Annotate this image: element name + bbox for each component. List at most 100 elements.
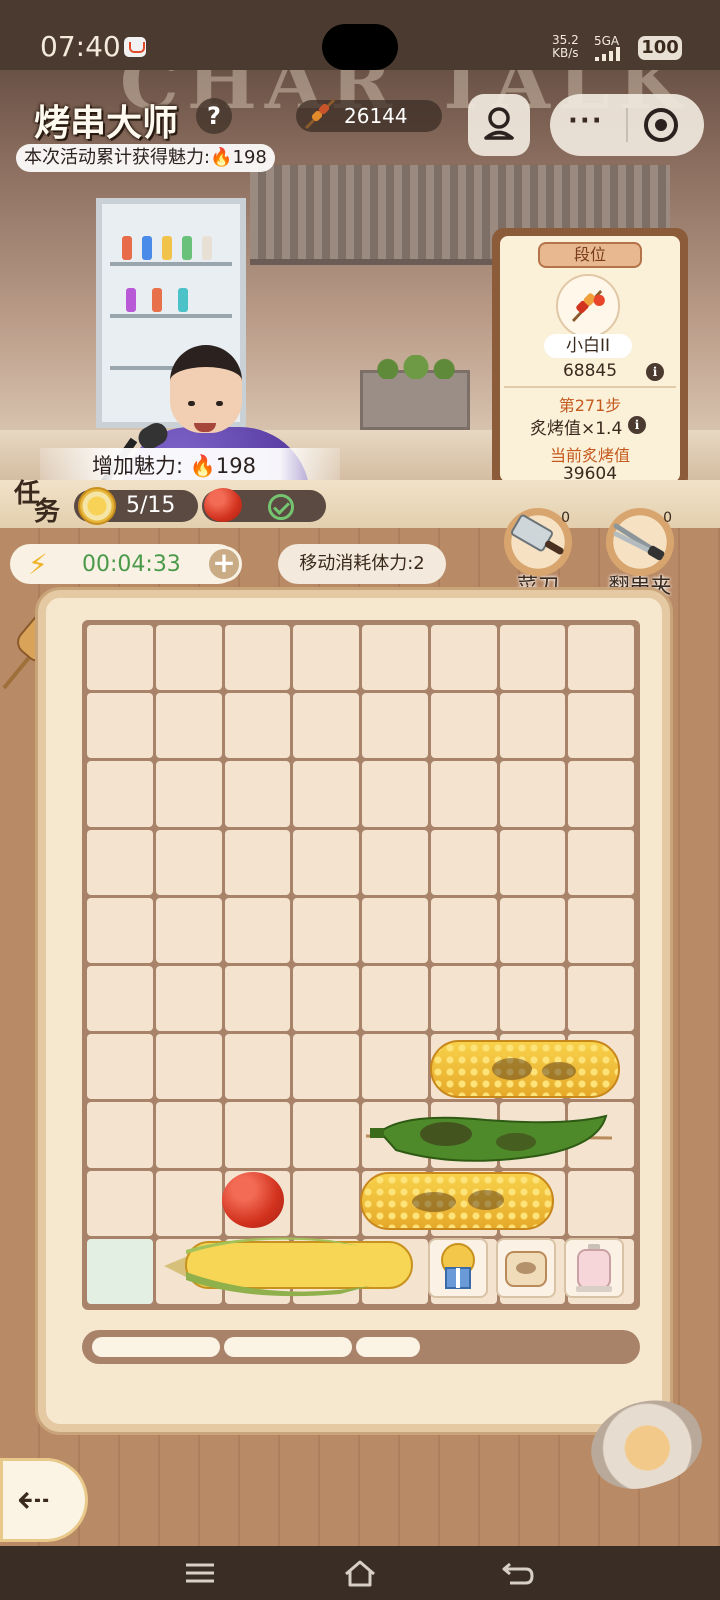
grid-cell[interactable] [568,625,634,691]
help-button[interactable]: ? [196,98,232,134]
grid-cell[interactable] [293,829,359,895]
grilled-green-pepper-piece[interactable] [366,1106,612,1166]
skewer-count: 26144 [344,104,408,128]
more-button[interactable]: ··· [568,106,604,136]
grid-cell[interactable] [87,1034,153,1100]
battery-indicator: 100 [638,36,682,60]
grid-cell[interactable] [87,1170,153,1236]
grid-cell[interactable] [224,897,291,963]
toasted-bun-piece[interactable] [496,1238,556,1298]
grid-cell[interactable] [155,761,222,827]
grid-cell[interactable] [362,897,428,963]
grilled-corn-piece[interactable] [360,1172,554,1230]
grid-cell[interactable] [224,966,291,1032]
grid-cell[interactable] [293,761,359,827]
grid-cell[interactable] [155,897,222,963]
grid-cell[interactable] [87,1102,153,1168]
system-nav-bar [0,1546,720,1600]
grid-cell[interactable] [155,1102,222,1168]
grid-cell[interactable] [224,829,291,895]
corn-gift-box-piece[interactable] [428,1238,488,1298]
grid-cell[interactable] [155,829,222,895]
grid-cell[interactable] [293,1170,359,1236]
grilled-corn-piece[interactable] [430,1040,620,1098]
grid-cell[interactable] [224,1102,291,1168]
grid-cell[interactable] [568,1170,634,1236]
row-progress-bar [82,1330,640,1364]
grid-cell[interactable] [293,1102,359,1168]
grid-cell[interactable] [362,625,428,691]
cleaver-tool[interactable]: 0 菜刀 [500,508,576,600]
grid-cell[interactable] [568,693,634,759]
profile-button[interactable] [468,94,530,156]
grid-cell[interactable] [362,693,428,759]
grid-cell[interactable] [224,1034,291,1100]
close-target-icon[interactable] [644,108,678,142]
multiplier-label: 炙烤值×1.4 [530,419,623,439]
grid-cell[interactable] [293,966,359,1032]
step-label: 第271步 [558,396,622,415]
grid-cell[interactable] [430,829,497,895]
grid-cell[interactable] [224,693,291,759]
grid-cell[interactable] [155,625,222,691]
grid-cell[interactable] [499,693,566,759]
home-icon[interactable] [342,1558,378,1588]
grid-cell[interactable] [499,829,566,895]
grid-cell[interactable] [362,829,428,895]
grid-cell[interactable] [87,693,153,759]
grid-cell[interactable] [87,829,153,895]
signal-icon [595,47,627,61]
grid-cell[interactable] [224,625,291,691]
grid-cell[interactable] [568,829,634,895]
grid-cell[interactable] [430,693,497,759]
bun-icon [505,1251,547,1287]
raw-corn-piece[interactable] [160,1232,420,1298]
grid-cell[interactable] [87,761,153,827]
grid-cell[interactable] [568,761,634,827]
grid-cell[interactable] [499,761,566,827]
charm-added-label: 增加魅力: [92,454,184,478]
grid-cell[interactable] [499,625,566,691]
grid-cell[interactable] [87,1238,153,1304]
multiplier-info-icon[interactable]: i [628,416,646,434]
back-button[interactable]: ⇠ [0,1458,88,1542]
grid-cell[interactable] [293,693,359,759]
rank-info-icon[interactable]: i [646,363,664,381]
grid-cell[interactable] [430,897,497,963]
grid-cell[interactable] [293,625,359,691]
grid-cell[interactable] [155,1170,222,1236]
grid-cell[interactable] [155,1034,222,1100]
grid-cell[interactable] [568,897,634,963]
status-time: 07:40 [40,30,121,63]
grid-cell[interactable] [293,1034,359,1100]
grid-cell[interactable] [155,693,222,759]
task-label[interactable]: 任务 [14,480,60,526]
grid-cell[interactable] [362,761,428,827]
grid-cell[interactable] [293,897,359,963]
energy-timer: ⚡ 00:04:33 + [10,544,242,584]
grid-cell[interactable] [430,625,497,691]
menu-icon[interactable] [182,1558,218,1588]
grid-cell[interactable] [87,625,153,691]
grid-cell[interactable] [87,897,153,963]
rank-card[interactable]: 段位 小白II 68845 i 第271步 炙烤值×1.4 i 当前炙烤值 39… [492,228,688,490]
tongs-tool[interactable]: 0 翻串夹 [602,508,678,600]
grid-cell[interactable] [224,761,291,827]
add-energy-button[interactable]: + [206,546,242,582]
grid-cell[interactable] [87,966,153,1032]
user-icon [484,107,514,140]
mini-program-capsule: ··· [550,94,704,156]
grid-cell[interactable] [568,966,634,1032]
grid-cell[interactable] [155,966,222,1032]
skewer-icon [304,98,336,130]
seasoning-jar-piece[interactable] [564,1238,624,1298]
grid-cell[interactable] [362,1034,428,1100]
back-nav-icon[interactable] [500,1558,536,1588]
grid-cell[interactable] [499,966,566,1032]
grid-cell[interactable] [499,897,566,963]
grid-cell[interactable] [430,761,497,827]
grid-cell[interactable] [430,966,497,1032]
tomato-piece[interactable] [222,1172,284,1228]
rank-name: 小白II [544,334,632,358]
grid-cell[interactable] [362,966,428,1032]
